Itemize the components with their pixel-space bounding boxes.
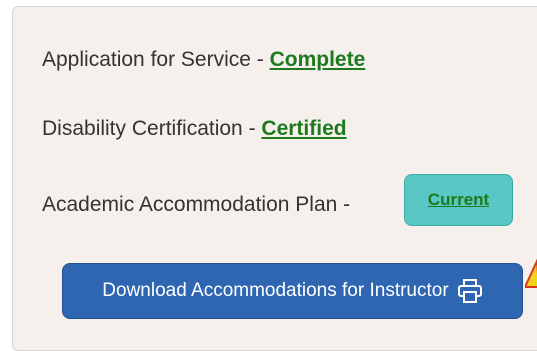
certification-status-label: Disability Certification - — [42, 117, 262, 140]
accommodation-plan-status-link[interactable]: Current — [428, 190, 489, 210]
printer-icon — [457, 278, 483, 304]
certification-status-link[interactable]: Certified — [261, 117, 346, 140]
download-accommodations-label: Download Accommodations for Instructor — [102, 280, 449, 301]
application-status-link[interactable]: Complete — [270, 48, 366, 71]
download-accommodations-button[interactable]: Download Accommodations for Instructor — [62, 263, 523, 319]
accommodation-plan-label: Academic Accommodation Plan - — [42, 193, 351, 216]
application-status-row: Application for Service - Complete — [42, 48, 365, 72]
application-status-label: Application for Service - — [42, 48, 270, 71]
student-status-card: Application for Service - Complete Disab… — [12, 6, 537, 351]
certification-status-row: Disability Certification - Certified — [42, 117, 347, 141]
accommodation-plan-row: Academic Accommodation Plan - — [42, 193, 350, 217]
accommodation-plan-current-button[interactable]: Current — [404, 174, 513, 226]
warning-icon — [523, 258, 537, 289]
